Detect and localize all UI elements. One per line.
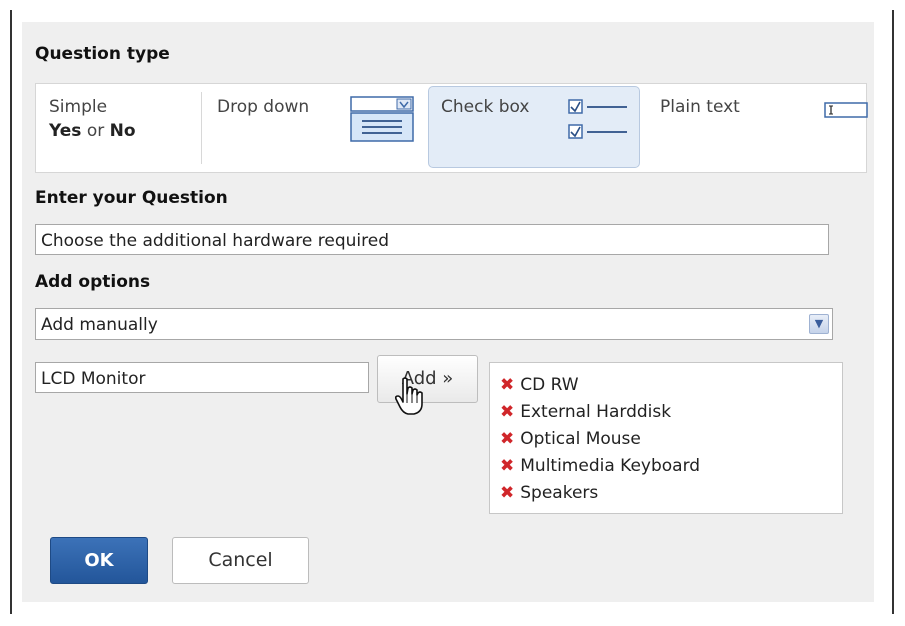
options-list: ✖ CD RW ✖ External Harddisk ✖ Optical Mouse… [489, 362, 843, 514]
textbox-preview-icon [824, 101, 868, 124]
list-item: ✖ Speakers [500, 483, 598, 503]
plaintext-label: Plain text [660, 97, 740, 117]
divider [201, 92, 202, 164]
options-source-select[interactable]: Add manually ▼ [35, 308, 833, 340]
question-type-plaintext[interactable]: Plain text [644, 84, 868, 172]
remove-x-icon[interactable]: ✖ [500, 375, 514, 395]
list-item: ✖ Multimedia Keyboard [500, 456, 700, 476]
question-type-dropdown[interactable]: Drop down [204, 84, 426, 172]
list-item-label: External Harddisk [520, 402, 672, 422]
chevron-down-icon[interactable]: ▼ [809, 314, 829, 334]
list-item: ✖ CD RW [500, 375, 579, 395]
hand-cursor-icon [393, 376, 427, 420]
remove-x-icon[interactable]: ✖ [500, 429, 514, 449]
enter-question-heading: Enter your Question [35, 188, 228, 208]
options-source-value: Add manually [41, 315, 158, 335]
remove-x-icon[interactable]: ✖ [500, 483, 514, 503]
question-input[interactable]: Choose the additional hardware required [35, 224, 829, 255]
checkbox-label: Check box [441, 97, 530, 117]
question-type-checkbox[interactable]: Check box [428, 86, 640, 168]
simple-yes-label: Yes [49, 121, 82, 141]
remove-x-icon[interactable]: ✖ [500, 456, 514, 476]
list-item-label: CD RW [520, 375, 579, 395]
option-entry-input[interactable]: LCD Monitor [35, 362, 369, 393]
dropdown-preview-icon [350, 94, 414, 153]
remove-x-icon[interactable]: ✖ [500, 402, 514, 422]
question-type-selector: Simple Yes or No Drop down Check box Pla… [35, 83, 868, 173]
cancel-button[interactable]: Cancel [172, 537, 309, 584]
list-item-label: Optical Mouse [520, 429, 641, 449]
simple-no-label: No [109, 121, 136, 141]
simple-or-label: or [86, 121, 105, 141]
list-item: ✖ External Harddisk [500, 402, 671, 422]
add-options-heading: Add options [35, 272, 151, 292]
list-item-label: Multimedia Keyboard [520, 456, 701, 476]
list-item: ✖ Optical Mouse [500, 429, 641, 449]
simple-yes-or-no: Yes or No [49, 121, 136, 141]
dropdown-label: Drop down [217, 97, 310, 117]
checkbox-preview-icon [567, 97, 631, 152]
question-type-simple[interactable]: Simple Yes or No [36, 84, 201, 172]
simple-label: Simple [49, 97, 108, 117]
list-item-label: Speakers [520, 483, 599, 503]
question-type-heading: Question type [35, 44, 170, 64]
ok-button[interactable]: OK [50, 537, 148, 584]
